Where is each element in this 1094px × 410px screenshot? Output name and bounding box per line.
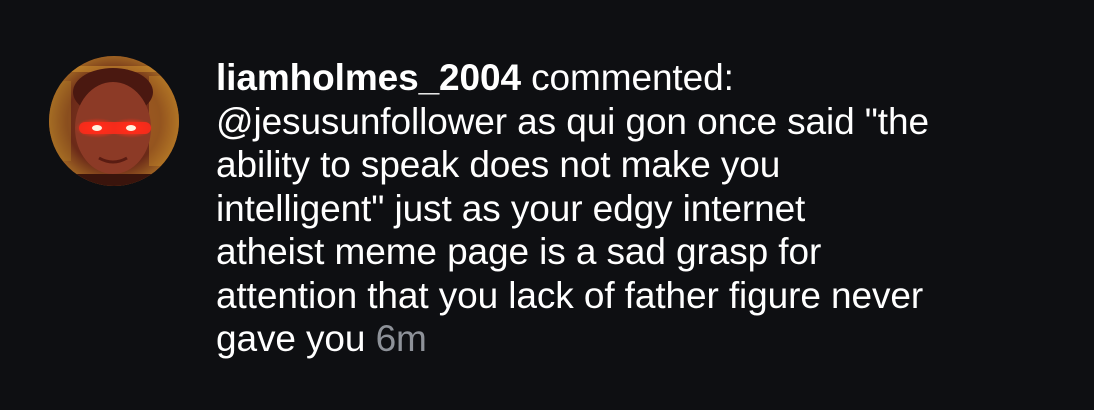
comment-text: liamholmes_2004 commented: @jesusunfollo… bbox=[216, 56, 1078, 361]
username-link[interactable]: liamholmes_2004 bbox=[216, 57, 521, 98]
timestamp: 6m bbox=[375, 318, 427, 359]
comment-body-line-4: atheist meme page is a sad grasp for bbox=[216, 231, 822, 272]
comment-notification[interactable]: liamholmes_2004 commented: @jesusunfollo… bbox=[0, 0, 1094, 410]
profile-photo-icon bbox=[49, 56, 179, 186]
comment-body-line-2: ability to speak does not make you bbox=[216, 144, 781, 185]
comment-header-line: liamholmes_2004 commented: bbox=[216, 56, 1078, 100]
comment-body-line-6: gave you 6m bbox=[216, 317, 1078, 361]
comment-body-line-5: attention that you lack of father figure… bbox=[216, 274, 924, 316]
comment-action: commented: bbox=[531, 57, 734, 98]
comment-body-line-3: intelligent" just as your edgy internet bbox=[216, 187, 806, 229]
comment-body-line-6-text: gave you bbox=[216, 318, 366, 359]
avatar[interactable] bbox=[49, 56, 179, 186]
comment-body-line-1: @jesusunfollower as qui gon once said "t… bbox=[216, 100, 929, 142]
